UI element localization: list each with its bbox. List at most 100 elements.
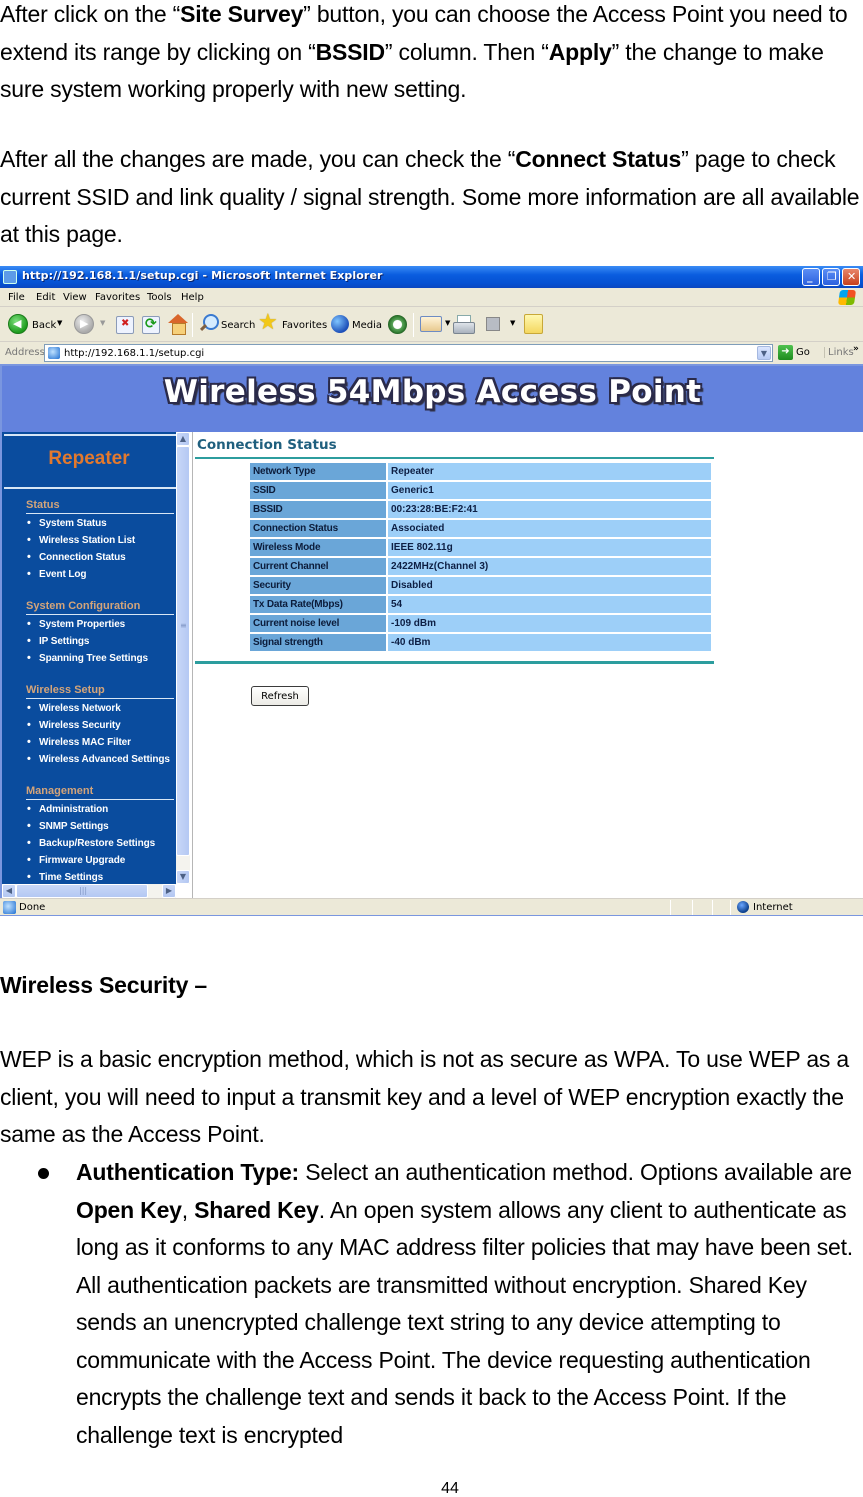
forward-dropdown-icon[interactable]: ▼ [100, 319, 105, 327]
bullet-text: Authentication Type: Select an authentic… [76, 1154, 863, 1454]
page-title: Connection Status [197, 437, 337, 453]
edit-dropdown-icon[interactable]: ▼ [510, 319, 515, 327]
row-value: 00:23:28:BE:F2:41 [388, 501, 711, 518]
sidebar: Repeater Status System Status Wireless S… [2, 432, 176, 884]
scroll-up-icon[interactable]: ▲ [176, 432, 190, 446]
sidebar-item-snmp-settings[interactable]: SNMP Settings [27, 820, 109, 832]
row-value: 2422MHz(Channel 3) [388, 558, 711, 575]
refresh-button[interactable]: Refresh [251, 686, 309, 706]
table-row: Tx Data Rate(Mbps) 54 [250, 596, 711, 613]
scroll-right-icon[interactable]: ▶ [162, 884, 176, 898]
sidebar-item-ip-settings[interactable]: IP Settings [27, 635, 90, 647]
go-arrow-icon[interactable]: ➜ [778, 345, 793, 360]
address-url[interactable]: http://192.168.1.1/setup.cgi [64, 348, 204, 359]
media-button[interactable]: Media [352, 320, 382, 331]
sidebar-item-wireless-mac-filter[interactable]: Wireless MAC Filter [27, 736, 131, 748]
refresh-icon[interactable] [142, 316, 160, 334]
text: Select an authentication method. Options… [299, 1159, 852, 1185]
edit-icon[interactable] [486, 317, 500, 331]
sidebar-item-firmware-upgrade[interactable]: Firmware Upgrade [27, 854, 125, 866]
table-row: Network Type Repeater [250, 463, 711, 480]
sidebar-horizontal-scrollbar[interactable]: ◀ ||| ▶ [2, 884, 176, 898]
back-button[interactable]: Back [32, 320, 56, 331]
go-button[interactable]: Go [796, 347, 810, 358]
menu-edit[interactable]: Edit [36, 292, 55, 303]
row-label: BSSID [250, 501, 388, 518]
address-dropdown-icon[interactable]: ▼ [757, 346, 771, 360]
minimize-button[interactable]: _ [802, 268, 820, 286]
browser-window-screenshot: http://192.168.1.1/setup.cgi - Microsoft… [0, 266, 863, 916]
row-label: Current Channel [250, 558, 388, 575]
scroll-down-icon[interactable]: ▼ [176, 870, 190, 884]
site-survey-term: Site Survey [180, 1, 304, 27]
sidebar-item-wireless-station-list[interactable]: Wireless Station List [27, 534, 135, 546]
close-button[interactable]: ✕ [842, 268, 860, 286]
sidebar-item-time-settings[interactable]: Time Settings [27, 871, 103, 883]
banner-title: Wireless 54Mbps Access Point [163, 374, 702, 410]
home-icon[interactable] [168, 314, 188, 335]
row-label: Signal strength [250, 634, 388, 651]
media-icon[interactable] [331, 315, 349, 333]
sidebar-item-event-log[interactable]: Event Log [27, 568, 87, 580]
messenger-note-icon[interactable] [524, 314, 543, 334]
sidebar-item-backup-restore-settings[interactable]: Backup/Restore Settings [27, 837, 155, 849]
sidebar-item-system-properties[interactable]: System Properties [27, 618, 125, 630]
forward-arrow-icon[interactable] [74, 314, 94, 334]
divider [4, 434, 176, 436]
security-zone: Internet [753, 902, 793, 913]
search-button[interactable]: Search [221, 320, 255, 331]
menu-favorites[interactable]: Favorites [95, 292, 140, 303]
row-value: Repeater [388, 463, 711, 480]
sidebar-item-connection-status[interactable]: Connection Status [27, 551, 126, 563]
status-text: Done [19, 902, 46, 913]
links-chevron-icon[interactable]: » [853, 344, 859, 354]
favorites-button[interactable]: Favorites [282, 320, 327, 331]
mail-icon[interactable] [420, 316, 442, 332]
stop-icon[interactable] [116, 316, 134, 334]
open-key-term: Open Key [76, 1196, 182, 1223]
text: After all the changes are made, you can … [0, 146, 516, 172]
mail-dropdown-icon[interactable]: ▼ [445, 319, 450, 327]
status-panel-divider [670, 900, 671, 915]
menu-view[interactable]: View [63, 292, 87, 303]
back-arrow-icon[interactable] [8, 314, 28, 334]
row-value: IEEE 802.11g [388, 539, 711, 556]
sidebar-frame: Repeater Status System Status Wireless S… [2, 432, 190, 900]
sidebar-vertical-scrollbar[interactable]: ▲ ≡ ▼ [176, 432, 190, 884]
print-icon[interactable] [453, 315, 475, 334]
divider [195, 457, 714, 459]
scroll-left-icon[interactable]: ◀ [2, 884, 16, 898]
menu-help[interactable]: Help [181, 292, 204, 303]
row-value: -40 dBm [388, 634, 711, 651]
row-label: Current noise level [250, 615, 388, 632]
shared-key-term: Shared Key [194, 1196, 319, 1223]
apply-term: Apply [548, 38, 612, 65]
row-value: 54 [388, 596, 711, 613]
sidebar-section-status: Status [26, 499, 174, 514]
restore-icon: ❐ [827, 270, 837, 283]
sidebar-item-administration[interactable]: Administration [27, 803, 108, 815]
toolbar: Back ▼ ▼ Search ★ Favorites Media ▼ ▼ [0, 308, 863, 342]
search-icon[interactable] [198, 314, 219, 334]
text: . An open system allows any client to au… [76, 1196, 854, 1448]
row-label: Connection Status [250, 520, 388, 537]
section-heading: Wireless Security – [0, 972, 207, 998]
menu-file[interactable]: File [8, 292, 25, 303]
row-label: Security [250, 577, 388, 594]
row-value: Generic1 [388, 482, 711, 499]
sidebar-item-spanning-tree-settings[interactable]: Spanning Tree Settings [27, 652, 148, 664]
scrollbar-thumb[interactable]: ≡ [176, 446, 190, 856]
scrollbar-thumb[interactable]: ||| [16, 884, 148, 898]
sidebar-item-wireless-advanced-settings[interactable]: Wireless Advanced Settings [27, 753, 170, 765]
history-icon[interactable] [388, 315, 407, 334]
address-input[interactable]: http://192.168.1.1/setup.cgi ▼ [44, 344, 773, 362]
restore-button[interactable]: ❐ [822, 268, 840, 286]
menu-tools[interactable]: Tools [147, 292, 172, 303]
sidebar-item-wireless-network[interactable]: Wireless Network [27, 702, 121, 714]
sidebar-item-system-status[interactable]: System Status [27, 517, 107, 529]
back-dropdown-icon[interactable]: ▼ [57, 319, 62, 327]
favorites-star-icon[interactable]: ★ [258, 312, 278, 334]
page-viewport: Wireless 54Mbps Access Point Repeater St… [0, 364, 863, 900]
sidebar-item-wireless-security[interactable]: Wireless Security [27, 719, 121, 731]
links-button[interactable]: Links [824, 347, 854, 358]
